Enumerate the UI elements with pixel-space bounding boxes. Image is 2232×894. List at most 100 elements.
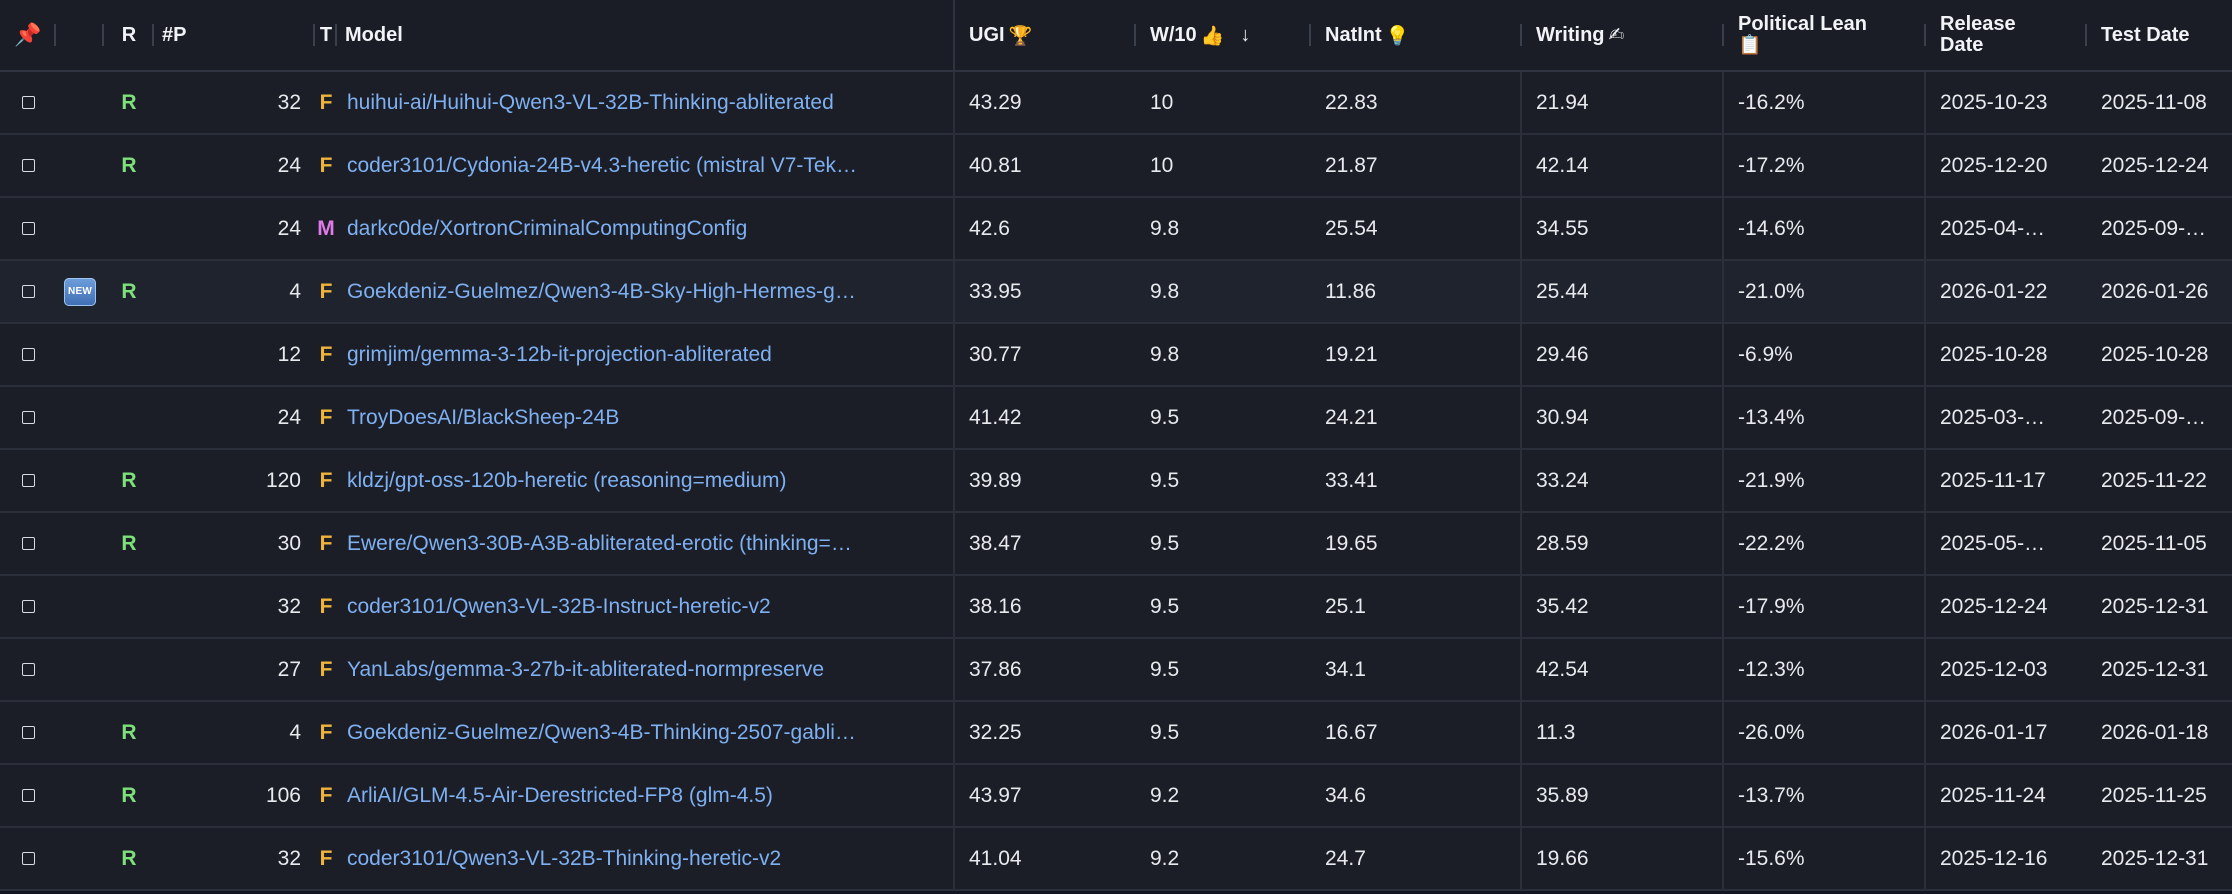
r-cell: R xyxy=(104,765,154,826)
type-cell: F xyxy=(315,765,337,826)
table-row[interactable]: 27 F YanLabs/gemma-3-27b-it-abliterated-… xyxy=(0,639,2232,702)
model-cell: Goekdeniz-Guelmez/Qwen3-4B-Thinking-2507… xyxy=(337,702,955,763)
release-date-cell: 2025-12-16 xyxy=(1940,846,2048,870)
model-cell: YanLabs/gemma-3-27b-it-abliterated-normp… xyxy=(337,639,955,700)
ugi-column-header[interactable]: UGI 🏆 xyxy=(955,0,1136,70)
political-column-header[interactable]: Political Lean 📋 xyxy=(1724,0,1926,70)
pin-checkbox[interactable] xyxy=(21,537,35,550)
pin-checkbox[interactable] xyxy=(21,663,35,676)
table-row[interactable]: R 120 F kldzj/gpt-oss-120b-heretic (reas… xyxy=(0,450,2232,513)
natint-cell: 19.65 xyxy=(1311,513,1522,574)
w10-cell: 9.8 xyxy=(1150,279,1180,303)
new-badge-icon: NEW xyxy=(64,277,96,306)
model-link[interactable]: Goekdeniz-Guelmez/Qwen3-4B-Sky-High-Herm… xyxy=(347,280,856,304)
release-column-header[interactable]: Release Date xyxy=(1926,0,2087,70)
table-row[interactable]: 24 F TroyDoesAI/BlackSheep-24B 41.42 9.5… xyxy=(0,387,2232,450)
natint-cell: 21.87 xyxy=(1311,135,1522,196)
model-link[interactable]: TroyDoesAI/BlackSheep-24B xyxy=(347,406,619,430)
pin-checkbox[interactable] xyxy=(21,348,35,361)
new-cell: NEW xyxy=(56,261,104,322)
params-cell: 32 xyxy=(277,90,301,114)
writing-cell: 33.24 xyxy=(1522,450,1724,511)
params-column-header[interactable]: #P xyxy=(154,0,315,70)
pin-cell xyxy=(0,639,56,700)
ugi-cell: 42.6 xyxy=(969,216,1010,240)
model-link[interactable]: grimjim/gemma-3-12b-it-projection-ablite… xyxy=(347,343,772,367)
test-date-cell: 2026-01-26 xyxy=(2101,279,2209,303)
pin-column-header[interactable]: 📌 xyxy=(0,0,56,70)
model-column-header[interactable]: Model xyxy=(337,0,955,70)
type-cell: F xyxy=(315,387,337,448)
r-column-header[interactable]: R xyxy=(104,0,154,70)
pin-checkbox[interactable] xyxy=(21,474,35,487)
reasoning-badge: R xyxy=(121,468,137,492)
new-cell xyxy=(56,702,104,763)
pin-checkbox[interactable] xyxy=(21,96,35,109)
pin-checkbox[interactable] xyxy=(21,852,35,865)
pin-checkbox[interactable] xyxy=(21,222,35,235)
writing-cell: 19.66 xyxy=(1522,828,1724,889)
writing-column-header[interactable]: Writing ✍ xyxy=(1522,0,1724,70)
natint-cell: 34.1 xyxy=(1311,639,1522,700)
pin-cell xyxy=(0,450,56,511)
model-link[interactable]: kldzj/gpt-oss-120b-heretic (reasoning=me… xyxy=(347,469,786,493)
params-cell: 27 xyxy=(277,657,301,681)
table-row[interactable]: 24 M darkc0de/XortronCriminalComputingCo… xyxy=(0,198,2232,261)
political-cell: -26.0% xyxy=(1724,702,1926,763)
table-row[interactable]: NEW R 4 F Goekdeniz-Guelmez/Qwen3-4B-Sky… xyxy=(0,261,2232,324)
model-link[interactable]: coder3101/Qwen3-VL-32B-Instruct-heretic-… xyxy=(347,595,771,619)
pin-checkbox[interactable] xyxy=(21,285,35,298)
model-link[interactable]: Ewere/Qwen3-30B-A3B-abliterated-erotic (… xyxy=(347,532,852,556)
pin-checkbox[interactable] xyxy=(21,159,35,172)
model-cell: ArliAI/GLM-4.5-Air-Derestricted-FP8 (glm… xyxy=(337,765,955,826)
type-badge: F xyxy=(319,279,333,303)
pin-checkbox[interactable] xyxy=(21,411,35,424)
table-row[interactable]: R 4 F Goekdeniz-Guelmez/Qwen3-4B-Thinkin… xyxy=(0,702,2232,765)
writing-cell: 42.14 xyxy=(1522,135,1724,196)
r-cell: R xyxy=(104,513,154,574)
type-cell: F xyxy=(315,513,337,574)
natint-column-header[interactable]: NatInt 💡 xyxy=(1311,0,1522,70)
pushpin-icon: 📌 xyxy=(14,22,42,47)
pin-cell xyxy=(0,513,56,574)
writing-cell: 35.42 xyxy=(1522,576,1724,637)
w10-column-header[interactable]: W/10 👍 ↓ xyxy=(1136,0,1311,70)
release-date-cell: 2026-01-17 xyxy=(1940,720,2048,744)
model-link[interactable]: coder3101/Cydonia-24B-v4.3-heretic (mist… xyxy=(347,154,857,178)
model-link[interactable]: ArliAI/GLM-4.5-Air-Derestricted-FP8 (glm… xyxy=(347,784,773,808)
political-cell: -13.7% xyxy=(1724,765,1926,826)
natint-cell: 24.21 xyxy=(1311,387,1522,448)
table-row[interactable]: R 24 F coder3101/Cydonia-24B-v4.3-hereti… xyxy=(0,135,2232,198)
pin-checkbox[interactable] xyxy=(21,600,35,613)
table-row[interactable]: R 30 F Ewere/Qwen3-30B-A3B-abliterated-e… xyxy=(0,513,2232,576)
params-cell: 24 xyxy=(277,216,301,240)
type-column-header[interactable]: T xyxy=(315,0,337,70)
params-cell: 32 xyxy=(277,846,301,870)
pin-checkbox[interactable] xyxy=(21,789,35,802)
test-date-cell: 2025-09-… xyxy=(2101,405,2207,429)
model-link[interactable]: coder3101/Qwen3-VL-32B-Thinking-heretic-… xyxy=(347,847,781,871)
w10-cell: 9.5 xyxy=(1150,594,1180,618)
model-column-label: Model xyxy=(345,23,403,46)
political-cell: -12.3% xyxy=(1724,639,1926,700)
natint-cell: 33.41 xyxy=(1311,450,1522,511)
sort-descending-icon[interactable]: ↓ xyxy=(1240,24,1250,47)
test-date-cell: 2025-12-31 xyxy=(2101,657,2209,681)
w10-cell: 10 xyxy=(1150,153,1174,177)
table-row[interactable]: 12 F grimjim/gemma-3-12b-it-projection-a… xyxy=(0,324,2232,387)
model-link[interactable]: YanLabs/gemma-3-27b-it-abliterated-normp… xyxy=(347,658,824,682)
table-row[interactable]: R 32 F coder3101/Qwen3-VL-32B-Thinking-h… xyxy=(0,828,2232,891)
table-row[interactable]: R 106 F ArliAI/GLM-4.5-Air-Derestricted-… xyxy=(0,765,2232,828)
table-row[interactable]: R 32 F huihui-ai/Huihui-Qwen3-VL-32B-Thi… xyxy=(0,72,2232,135)
pin-checkbox[interactable] xyxy=(21,726,35,739)
new-cell xyxy=(56,198,104,259)
political-cell: -15.6% xyxy=(1724,828,1926,889)
type-cell: F xyxy=(315,450,337,511)
release-date-cell: 2025-04-… xyxy=(1940,216,2046,240)
test-date-column-header[interactable]: Test Date xyxy=(2087,0,2232,70)
model-link[interactable]: huihui-ai/Huihui-Qwen3-VL-32B-Thinking-a… xyxy=(347,91,834,115)
model-link[interactable]: Goekdeniz-Guelmez/Qwen3-4B-Thinking-2507… xyxy=(347,721,856,745)
model-link[interactable]: darkc0de/XortronCriminalComputingConfig xyxy=(347,217,747,241)
ugi-cell: 41.42 xyxy=(969,405,1022,429)
table-row[interactable]: 32 F coder3101/Qwen3-VL-32B-Instruct-her… xyxy=(0,576,2232,639)
